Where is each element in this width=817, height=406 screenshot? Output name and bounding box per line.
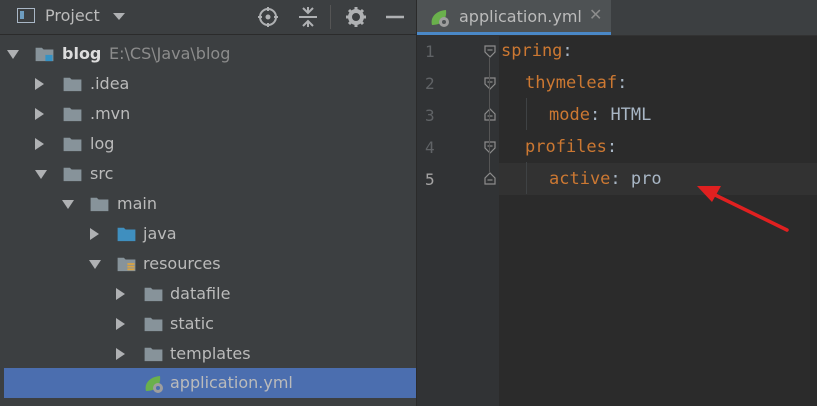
yaml-value: HTML <box>600 105 652 125</box>
folder-icon <box>63 107 82 122</box>
tab-application-yml[interactable]: application.yml ✕ <box>417 0 611 35</box>
tree-item-label: .mvn <box>90 104 131 123</box>
folder-icon <box>63 167 82 182</box>
view-dropdown-icon[interactable] <box>113 13 125 20</box>
tree-item-label: static <box>170 314 214 333</box>
code-line-2[interactable]: thymeleaf: <box>525 73 627 103</box>
yaml-key: active <box>549 169 611 189</box>
tree-item-label: templates <box>170 344 251 363</box>
tree-item-src[interactable]: src <box>0 159 416 189</box>
resources-folder-icon <box>117 257 136 272</box>
expand-arrow-icon[interactable] <box>62 200 74 209</box>
fold-end-icon[interactable] <box>483 108 497 122</box>
settings-icon[interactable] <box>345 6 367 28</box>
fold-open-icon[interactable] <box>483 76 497 90</box>
tree-item-idea[interactable]: .idea <box>0 69 416 99</box>
fold-guide <box>489 58 490 172</box>
header-separator <box>330 5 331 29</box>
tree-item-blog[interactable]: blog E:\CS\Java\blog <box>0 39 416 69</box>
yaml-colon: : <box>617 73 628 93</box>
tree-item-application-yml[interactable]: application.yml <box>4 368 416 398</box>
tree-item-main[interactable]: main <box>0 189 416 219</box>
tree-item-resources[interactable]: resources <box>0 249 416 279</box>
yaml-colon: : <box>610 169 621 189</box>
tree-item-label: log <box>90 134 115 153</box>
folder-icon <box>144 287 163 302</box>
fold-open-icon[interactable] <box>483 140 497 154</box>
line-number: 4 <box>425 138 435 157</box>
fold-end-icon[interactable] <box>483 172 497 186</box>
spring-config-icon <box>145 376 163 393</box>
yaml-colon: : <box>606 137 618 157</box>
yaml-value: pro <box>620 169 662 189</box>
line-number-current: 5 <box>425 170 435 189</box>
code-line-5[interactable]: active: pro <box>549 169 662 199</box>
expand-arrow-icon[interactable] <box>116 288 125 300</box>
expand-arrow-icon[interactable] <box>116 318 125 330</box>
line-number: 1 <box>425 42 435 61</box>
folder-icon <box>144 317 163 332</box>
expand-arrow-icon[interactable] <box>35 78 44 90</box>
tree-item-label: main <box>117 194 157 213</box>
tab-label: application.yml <box>459 7 582 26</box>
tree-item-templates[interactable]: templates <box>0 339 416 369</box>
project-view-icon <box>17 8 35 23</box>
code-line-1[interactable]: spring: <box>501 41 573 71</box>
expand-arrow-icon[interactable] <box>35 170 47 179</box>
yaml-colon: : <box>589 105 601 125</box>
tree-item-label: resources <box>143 254 221 273</box>
annotation-arrow-icon <box>697 186 789 232</box>
expand-arrow-icon[interactable] <box>35 108 44 120</box>
editor-gutter: 1 2 3 4 5 <box>417 36 499 406</box>
yaml-key: mode <box>549 105 590 125</box>
tree-item-mvn[interactable]: .mvn <box>0 99 416 129</box>
folder-icon <box>63 137 82 152</box>
folder-icon <box>63 77 82 92</box>
fold-open-icon[interactable] <box>483 44 497 58</box>
locate-icon[interactable] <box>257 6 279 28</box>
spring-config-icon <box>431 10 449 27</box>
tree-item-datafile[interactable]: datafile <box>0 279 416 309</box>
minimize-icon[interactable] <box>384 6 406 28</box>
collapse-all-icon[interactable] <box>297 6 319 28</box>
folder-icon <box>144 347 163 362</box>
tree-item-java[interactable]: java <box>0 219 416 249</box>
yaml-colon: : <box>562 41 573 61</box>
tree-item-label: blog <box>62 44 102 63</box>
project-panel-title[interactable]: Project <box>45 6 100 25</box>
close-icon[interactable]: ✕ <box>589 5 602 24</box>
code-line-3[interactable]: mode: HTML <box>549 105 651 135</box>
tree-item-label: application.yml <box>170 373 293 392</box>
project-panel-header: Project <box>0 0 416 35</box>
project-path: E:\CS\Java\blog <box>109 44 231 63</box>
expand-arrow-icon[interactable] <box>7 50 19 59</box>
tree-item-label: datafile <box>170 284 231 303</box>
line-number: 2 <box>425 74 435 93</box>
expand-arrow-icon[interactable] <box>35 138 44 150</box>
project-panel: Project blog E:\CS\Java\blog .idea .mvn … <box>0 0 416 406</box>
tree-item-label: java <box>143 224 177 243</box>
folder-icon <box>90 197 109 212</box>
tree-item-static[interactable]: static <box>0 309 416 339</box>
yaml-key: spring <box>501 41 563 61</box>
tree-item-log[interactable]: log <box>0 129 416 159</box>
expand-arrow-icon[interactable] <box>116 348 125 360</box>
code-line-4[interactable]: profiles: <box>525 137 617 167</box>
module-folder-icon <box>35 47 54 62</box>
expand-arrow-icon[interactable] <box>90 228 99 240</box>
yaml-key: profiles <box>525 137 607 157</box>
editor-tab-bar: application.yml ✕ <box>417 0 817 36</box>
line-number: 3 <box>425 106 435 125</box>
editor-area: application.yml ✕ 1 2 3 4 5 spring: thym… <box>417 0 817 406</box>
tree-item-label: .idea <box>90 74 130 93</box>
tree-item-label: src <box>90 164 114 183</box>
source-folder-icon <box>117 227 136 242</box>
yaml-key: thymeleaf <box>525 73 618 93</box>
expand-arrow-icon[interactable] <box>89 260 101 269</box>
